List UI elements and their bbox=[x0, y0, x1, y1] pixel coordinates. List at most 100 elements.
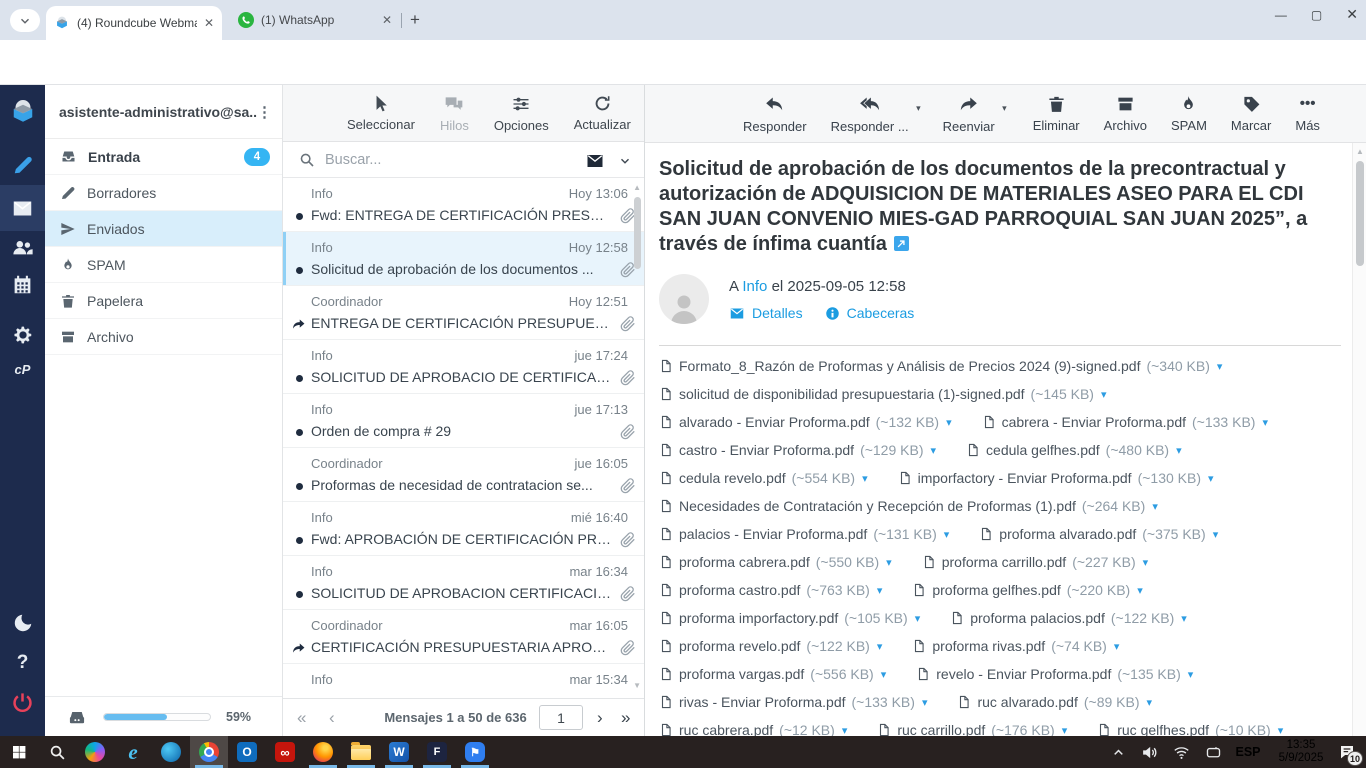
mail-scrollbar[interactable]: ▲ bbox=[1352, 143, 1366, 736]
touch-keyboard-icon[interactable] bbox=[1200, 736, 1226, 768]
attachment-item[interactable]: cedula gelfhes.pdf (~480 KB) ▾ bbox=[966, 436, 1182, 464]
attachment-menu-caret-icon[interactable]: ▾ bbox=[922, 696, 928, 709]
attachment-name[interactable]: proforma vargas.pdf bbox=[679, 666, 804, 682]
attachment-menu-caret-icon[interactable]: ▾ bbox=[1137, 584, 1143, 597]
mail-scroll-up-icon[interactable]: ▲ bbox=[1356, 147, 1364, 156]
edge-button[interactable] bbox=[152, 736, 190, 768]
window-close-button[interactable]: ✕ bbox=[1346, 6, 1358, 23]
acrobat-button[interactable]: ∞ bbox=[266, 736, 304, 768]
settings-gear-icon[interactable] bbox=[0, 324, 45, 346]
attachment-item[interactable]: proforma gelfhes.pdf (~220 KB) ▾ bbox=[912, 576, 1142, 604]
attachment-menu-caret-icon[interactable]: ▾ bbox=[842, 724, 848, 737]
message-row[interactable]: Info mié 16:40 Fwd: APROBACIÓN DE CERTIF… bbox=[283, 502, 644, 556]
copilot-button[interactable] bbox=[76, 736, 114, 768]
attachment-menu-caret-icon[interactable]: ▾ bbox=[877, 640, 883, 653]
attachment-name[interactable]: palacios - Enviar Proforma.pdf bbox=[679, 526, 867, 542]
archive-button[interactable]: Archivo bbox=[1104, 94, 1147, 133]
attachment-item[interactable]: proforma castro.pdf (~763 KB) ▾ bbox=[659, 576, 882, 604]
attachment-name[interactable]: proforma castro.pdf bbox=[679, 582, 800, 598]
attachment-item[interactable]: proforma revelo.pdf (~122 KB) ▾ bbox=[659, 632, 882, 660]
details-link[interactable]: Detalles bbox=[752, 305, 803, 321]
attachment-menu-caret-icon[interactable]: ▾ bbox=[1176, 444, 1182, 457]
more-button[interactable]: ••• Más bbox=[1295, 94, 1320, 133]
folder-item[interactable]: Borradores bbox=[45, 175, 282, 211]
list-scroll-down-icon[interactable]: ▼ bbox=[633, 681, 641, 690]
attachment-name[interactable]: ruc carrillo.pdf bbox=[897, 722, 985, 736]
tray-expand-chevron[interactable] bbox=[1106, 736, 1130, 768]
list-scrollbar-thumb[interactable] bbox=[634, 197, 641, 269]
attachment-menu-caret-icon[interactable]: ▾ bbox=[1101, 388, 1107, 401]
attachment-item[interactable]: palacios - Enviar Proforma.pdf (~131 KB)… bbox=[659, 520, 949, 548]
message-row[interactable]: Info jue 17:13 Orden de compra # 29 bbox=[283, 394, 644, 448]
delete-button[interactable]: Eliminar bbox=[1033, 94, 1080, 133]
attachment-name[interactable]: castro - Enviar Proforma.pdf bbox=[679, 442, 854, 458]
attachment-menu-caret-icon[interactable]: ▾ bbox=[1213, 528, 1219, 541]
account-menu-icon[interactable]: ⋮ bbox=[257, 103, 272, 121]
mail-scrollbar-thumb[interactable] bbox=[1356, 161, 1364, 266]
mail-nav-icon[interactable] bbox=[0, 185, 45, 231]
attachment-item[interactable]: Formato_8_Razón de Proformas y Análisis … bbox=[659, 352, 1222, 380]
reply-all-caret-icon[interactable]: ▾ bbox=[916, 103, 921, 114]
attachment-item[interactable]: cedula revelo.pdf (~554 KB) ▾ bbox=[659, 464, 868, 492]
tab-search-button[interactable] bbox=[10, 9, 40, 32]
attachment-item[interactable]: solicitud de disponibilidad presupuestar… bbox=[659, 380, 1107, 408]
attachment-item[interactable]: proforma alvarado.pdf (~375 KB) ▾ bbox=[979, 520, 1218, 548]
options-button[interactable]: Opciones bbox=[494, 94, 549, 133]
attachment-item[interactable]: ruc gelfhes.pdf (~10 KB) ▾ bbox=[1097, 716, 1283, 736]
attachment-item[interactable]: ruc cabrera.pdf (~12 KB) ▾ bbox=[659, 716, 847, 736]
attachment-name[interactable]: ruc cabrera.pdf bbox=[679, 722, 773, 736]
attachment-item[interactable]: Necesidades de Contratación y Recepción … bbox=[659, 492, 1158, 520]
flag-app-button[interactable]: ⚑ bbox=[456, 736, 494, 768]
folder-item[interactable]: Entrada 4 bbox=[45, 139, 282, 175]
attachment-menu-caret-icon[interactable]: ▾ bbox=[931, 444, 937, 457]
logout-power-icon[interactable] bbox=[0, 691, 45, 714]
attachment-item[interactable]: proforma rivas.pdf (~74 KB) ▾ bbox=[912, 632, 1119, 660]
attachment-item[interactable]: ruc carrillo.pdf (~176 KB) ▾ bbox=[877, 716, 1067, 736]
attachment-menu-caret-icon[interactable]: ▾ bbox=[915, 612, 921, 625]
attachment-name[interactable]: revelo - Enviar Proforma.pdf bbox=[936, 666, 1111, 682]
attachment-menu-caret-icon[interactable]: ▾ bbox=[944, 528, 950, 541]
attachment-name[interactable]: imporfactory - Enviar Proforma.pdf bbox=[918, 470, 1132, 486]
list-scroll-up-icon[interactable]: ▲ bbox=[633, 183, 641, 192]
attachment-menu-caret-icon[interactable]: ▾ bbox=[946, 416, 952, 429]
folder-item[interactable]: Papelera bbox=[45, 283, 282, 319]
attachment-menu-caret-icon[interactable]: ▾ bbox=[886, 556, 892, 569]
mark-button[interactable]: Marcar bbox=[1231, 94, 1271, 133]
attachment-name[interactable]: cedula revelo.pdf bbox=[679, 470, 786, 486]
attachment-name[interactable]: proforma cabrera.pdf bbox=[679, 554, 810, 570]
attachment-menu-caret-icon[interactable]: ▾ bbox=[1188, 668, 1194, 681]
attachment-name[interactable]: Formato_8_Razón de Proformas y Análisis … bbox=[679, 358, 1140, 374]
message-row[interactable]: Info jue 17:24 SOLICITUD DE APROBACIO DE… bbox=[283, 340, 644, 394]
prev-page-button[interactable]: ‹ bbox=[329, 699, 335, 737]
attachment-item[interactable]: ruc alvarado.pdf (~89 KB) ▾ bbox=[957, 688, 1152, 716]
attachment-menu-caret-icon[interactable]: ▾ bbox=[877, 584, 883, 597]
message-row[interactable]: Info Hoy 13:06 Fwd: ENTREGA DE CERTIFICA… bbox=[283, 178, 644, 232]
attachment-name[interactable]: proforma revelo.pdf bbox=[679, 638, 800, 654]
clock[interactable]: 13:35 5/9/2025 bbox=[1270, 736, 1332, 768]
window-minimize-button[interactable]: — bbox=[1275, 8, 1287, 22]
volume-icon[interactable] bbox=[1136, 736, 1162, 768]
reply-button[interactable]: Responder bbox=[743, 94, 807, 134]
attachment-item[interactable]: alvarado - Enviar Proforma.pdf (~132 KB)… bbox=[659, 408, 952, 436]
contacts-nav-icon[interactable] bbox=[0, 237, 45, 259]
attachment-name[interactable]: proforma imporfactory.pdf bbox=[679, 610, 838, 626]
attachment-name[interactable]: cedula gelfhes.pdf bbox=[986, 442, 1100, 458]
message-row[interactable]: Info Hoy 12:58 Solicitud de aprobación d… bbox=[283, 232, 644, 286]
attachment-menu-caret-icon[interactable]: ▾ bbox=[862, 472, 868, 485]
attachment-item[interactable]: rivas - Enviar Proforma.pdf (~133 KB) ▾ bbox=[659, 688, 927, 716]
attachment-item[interactable]: imporfactory - Enviar Proforma.pdf (~130… bbox=[898, 464, 1214, 492]
folder-item[interactable]: Enviados bbox=[45, 211, 282, 247]
message-row[interactable]: Coordinador mar 16:05 CERTIFICACIÓN PRES… bbox=[283, 610, 644, 664]
attachment-menu-caret-icon[interactable]: ▾ bbox=[1217, 360, 1223, 373]
help-icon[interactable]: ? bbox=[0, 652, 45, 674]
message-row[interactable]: Coordinador Hoy 12:51 ENTREGA DE CERTIFI… bbox=[283, 286, 644, 340]
attachment-name[interactable]: ruc alvarado.pdf bbox=[977, 694, 1077, 710]
message-row[interactable]: Coordinador jue 16:05 Proformas de neces… bbox=[283, 448, 644, 502]
attachment-item[interactable]: castro - Enviar Proforma.pdf (~129 KB) ▾ bbox=[659, 436, 936, 464]
dark-mode-moon-icon[interactable] bbox=[0, 612, 45, 634]
attachment-name[interactable]: proforma rivas.pdf bbox=[932, 638, 1045, 654]
attachment-menu-caret-icon[interactable]: ▾ bbox=[1278, 724, 1284, 737]
attachment-item[interactable]: cabrera - Enviar Proforma.pdf (~133 KB) … bbox=[982, 408, 1268, 436]
attachment-item[interactable]: revelo - Enviar Proforma.pdf (~135 KB) ▾ bbox=[916, 660, 1193, 688]
attachment-name[interactable]: proforma alvarado.pdf bbox=[999, 526, 1136, 542]
